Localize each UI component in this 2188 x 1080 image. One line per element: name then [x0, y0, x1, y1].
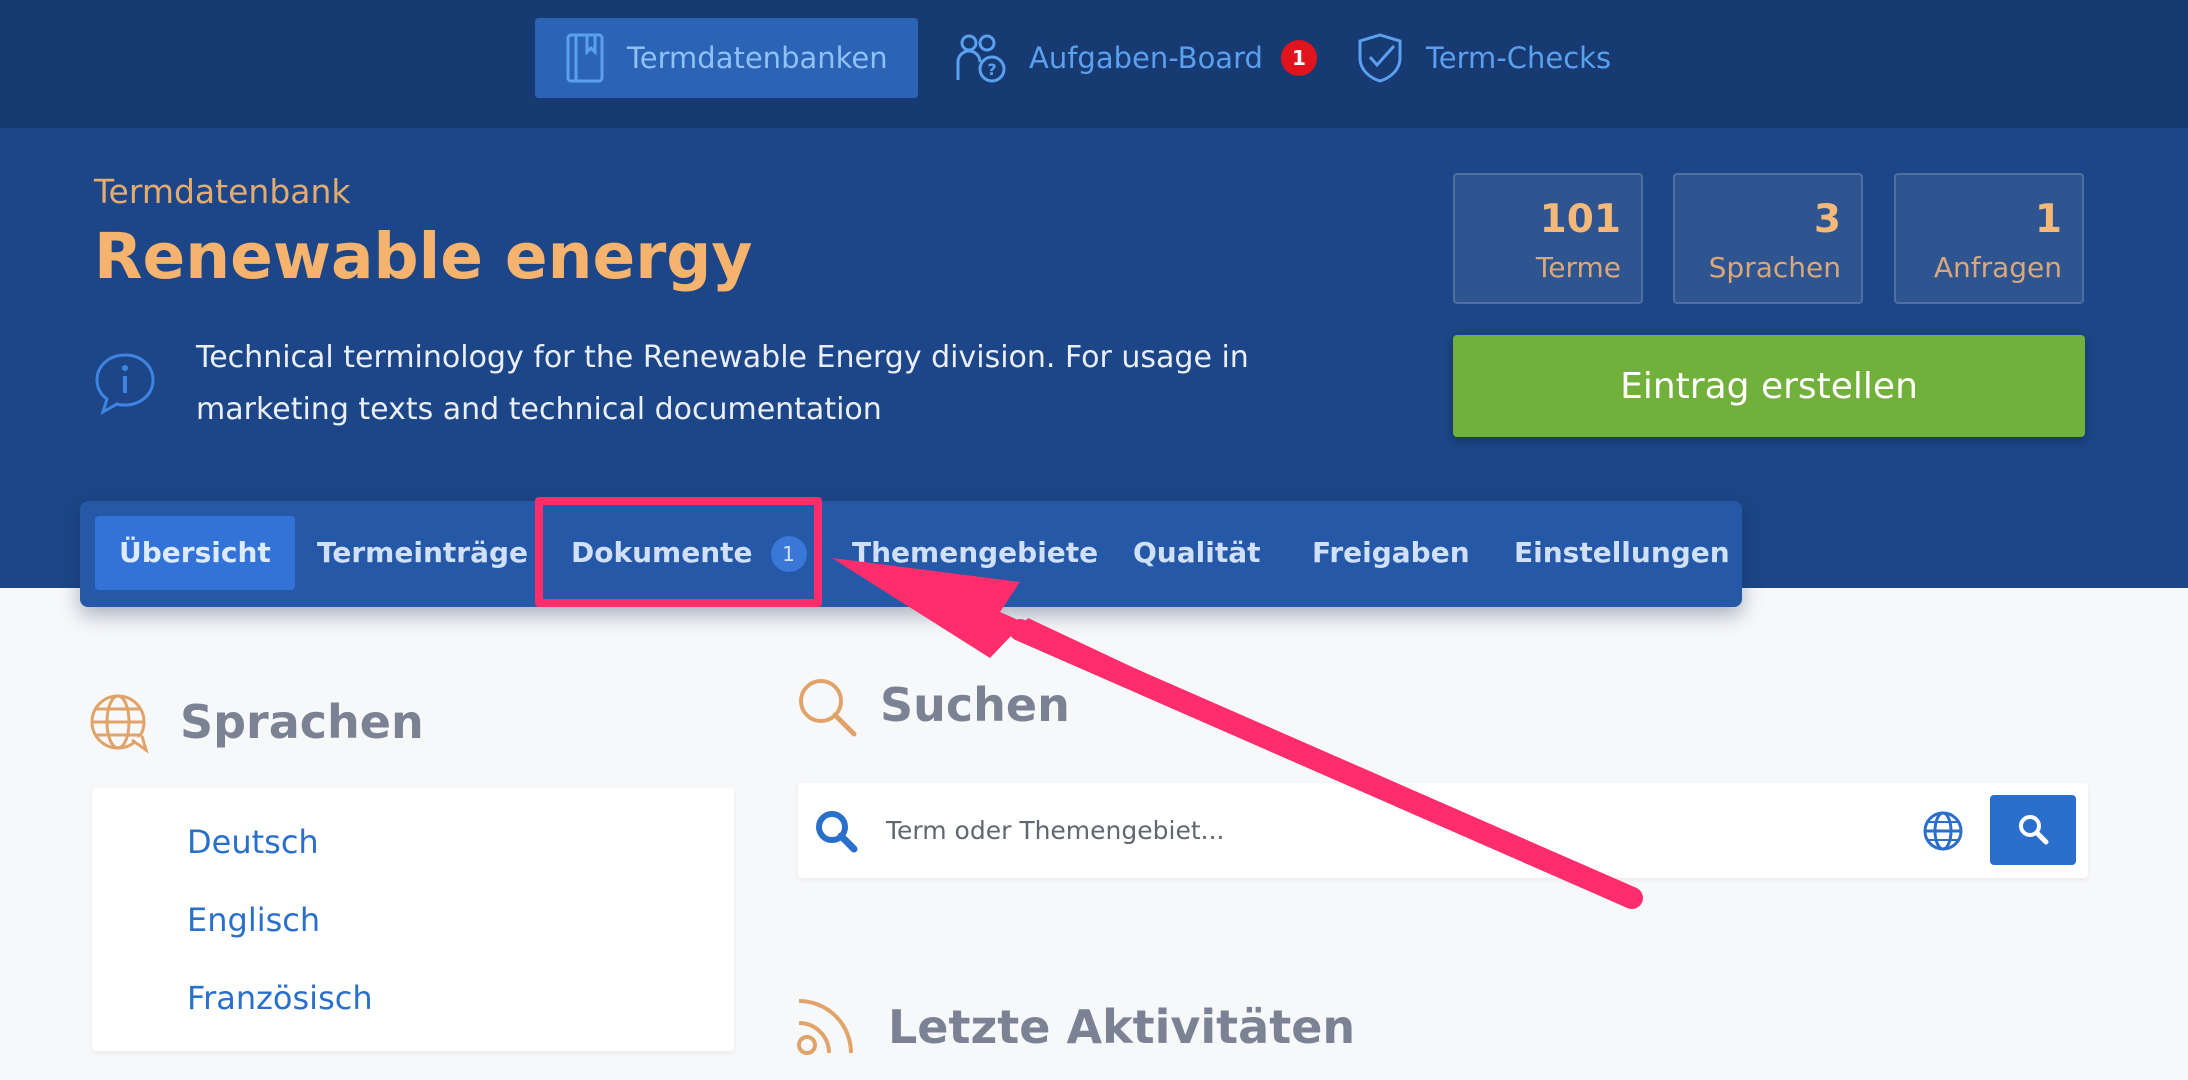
stat-anfragen[interactable]: 1 Anfragen: [1894, 173, 2084, 304]
nav-aufgaben-board[interactable]: ? Aufgaben-Board 1: [955, 18, 1317, 98]
stat-value: 3: [1813, 197, 1841, 242]
search-input[interactable]: [886, 805, 1886, 855]
page-title: Renewable energy: [94, 220, 753, 293]
tab-freigaben[interactable]: Freigaben: [1312, 516, 1470, 590]
search-box: [798, 783, 2088, 878]
hero-label: Termdatenbank: [94, 172, 351, 211]
tab-termeintraege[interactable]: Termeinträge: [317, 516, 528, 590]
languages-card: Deutsch Englisch Französisch: [92, 788, 734, 1051]
stat-sprachen[interactable]: 3 Sprachen: [1673, 173, 1863, 304]
notification-badge: 1: [1280, 40, 1317, 76]
stat-value: 1: [2034, 197, 2062, 242]
nav-term-checks-label: Term-Checks: [1426, 41, 1612, 75]
globe-icon[interactable]: [1922, 810, 1964, 852]
stat-terme[interactable]: 101 Terme: [1453, 173, 1643, 304]
language-item[interactable]: Deutsch: [187, 823, 319, 861]
stat-value: 101: [1539, 197, 1621, 242]
language-item[interactable]: Französisch: [187, 979, 373, 1017]
nav-termdatenbanken-label: Termdatenbanken: [627, 41, 888, 75]
svg-text:?: ?: [987, 60, 996, 79]
nav-aufgaben-board-label: Aufgaben-Board: [1029, 41, 1263, 75]
globe-chat-icon: [90, 694, 149, 754]
tab-themengebiete[interactable]: Themengebiete: [852, 516, 1098, 590]
stat-label: Anfragen: [1933, 251, 2062, 284]
languages-title: Sprachen: [180, 695, 424, 749]
search-title: Suchen: [880, 678, 1070, 732]
search-button[interactable]: [1990, 795, 2076, 865]
language-item[interactable]: Englisch: [187, 901, 320, 939]
top-nav: Termdatenbanken ? Aufgaben-Board 1 Term-…: [0, 0, 2188, 128]
create-entry-button[interactable]: Eintrag erstellen: [1453, 335, 2085, 437]
nav-term-checks[interactable]: Term-Checks: [1356, 18, 1611, 98]
hero-description: Technical terminology for the Renewable …: [196, 340, 1249, 427]
book-icon: [566, 33, 604, 83]
nav-termdatenbanken[interactable]: Termdatenbanken: [535, 18, 918, 98]
activities-title: Letzte Aktivitäten: [888, 1000, 1356, 1054]
annotation-highlight-box: [535, 497, 822, 607]
users-question-icon: ?: [956, 34, 1006, 83]
stat-label: Sprachen: [1708, 251, 1841, 284]
info-icon: [95, 353, 155, 416]
search-icon: [799, 679, 857, 737]
shield-check-icon: [1358, 33, 1402, 83]
search-icon: [816, 811, 858, 853]
activity-feed-icon: [797, 999, 853, 1055]
tab-qualitaet[interactable]: Qualität: [1133, 516, 1261, 590]
tab-uebersicht[interactable]: Übersicht: [95, 516, 295, 590]
tab-einstellungen[interactable]: Einstellungen: [1514, 516, 1730, 590]
stat-label: Terme: [1535, 251, 1621, 284]
search-icon: [2019, 814, 2049, 844]
tab-bar: Übersicht Termeinträge Dokumente 1 Themen…: [80, 501, 1742, 607]
